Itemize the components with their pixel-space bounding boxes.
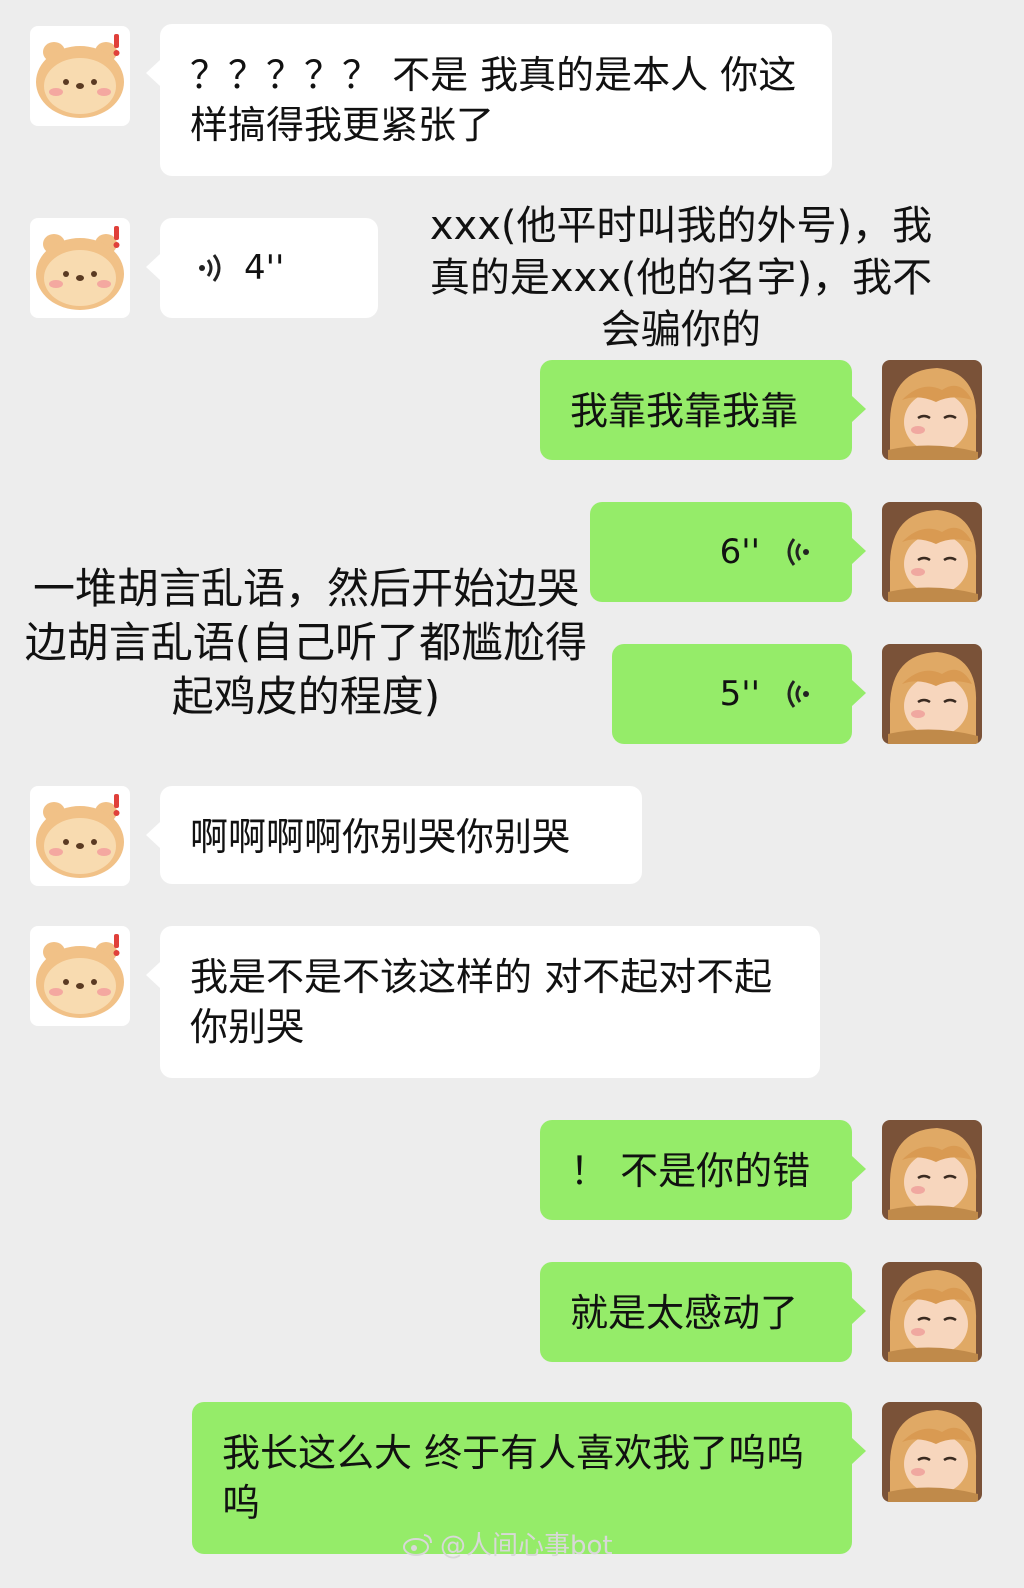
message-bubble-outgoing[interactable]: ！ 不是你的错: [540, 1120, 866, 1220]
weibo-logo-icon: [403, 1533, 432, 1556]
my-avatar[interactable]: [882, 502, 982, 602]
watermark: @人间心事bot: [402, 1525, 613, 1562]
my-avatar[interactable]: [882, 644, 982, 744]
voice-duration: 5'': [719, 674, 760, 714]
voice-wave-icon: [199, 254, 221, 282]
annotation-text: 一堆胡言乱语，然后开始边哭边胡言乱语(自己听了都尴尬得起鸡皮的程度): [24, 564, 588, 721]
message-bubble-incoming[interactable]: 我是不是不该这样的 对不起对不起 你别哭: [146, 926, 820, 1078]
contact-avatar[interactable]: [30, 786, 130, 886]
message-text: ！ 不是你的错: [570, 1149, 811, 1193]
voice-wave-icon: [787, 680, 809, 708]
message-bubble-outgoing[interactable]: 就是太感动了: [540, 1262, 866, 1362]
my-avatar[interactable]: [882, 1402, 982, 1502]
message-bubble-incoming[interactable]: 啊啊啊啊你别哭你别哭: [146, 786, 642, 884]
message-bubble-outgoing[interactable]: 我靠我靠我靠: [540, 360, 866, 460]
voice-message-outgoing[interactable]: 6'': [590, 502, 866, 602]
my-avatar[interactable]: [882, 360, 982, 460]
message-bubble-incoming[interactable]: ？？？？？ 不是 我真的是本人 你这样搞得我更紧张了: [146, 24, 832, 176]
contact-avatar[interactable]: [30, 926, 130, 1026]
voice-message-outgoing[interactable]: 5'': [612, 644, 866, 744]
message-text: 啊啊啊啊你别哭你别哭: [190, 815, 571, 859]
voice-wave-icon: [787, 538, 809, 566]
voice-duration: 4'': [244, 248, 285, 288]
message-text: 我是不是不该这样的 对不起对不起 你别哭: [190, 955, 773, 1049]
watermark-text: @人间心事bot: [440, 1531, 613, 1561]
my-avatar[interactable]: [882, 1262, 982, 1362]
contact-avatar[interactable]: [30, 26, 130, 126]
annotation-text: xxx(他平时叫我的外号)，我真的是xxx(他的名字)，我不会骗你的: [429, 203, 933, 353]
voice-duration: 6'': [719, 532, 760, 572]
contact-avatar[interactable]: [30, 218, 130, 318]
message-text: ？？？？？ 不是 我真的是本人 你这样搞得我更紧张了: [190, 53, 797, 147]
message-text: 就是太感动了: [570, 1291, 799, 1335]
my-avatar[interactable]: [882, 1120, 982, 1220]
voice-message-incoming[interactable]: 4'': [146, 218, 378, 318]
message-text: 我靠我靠我靠: [570, 389, 799, 433]
